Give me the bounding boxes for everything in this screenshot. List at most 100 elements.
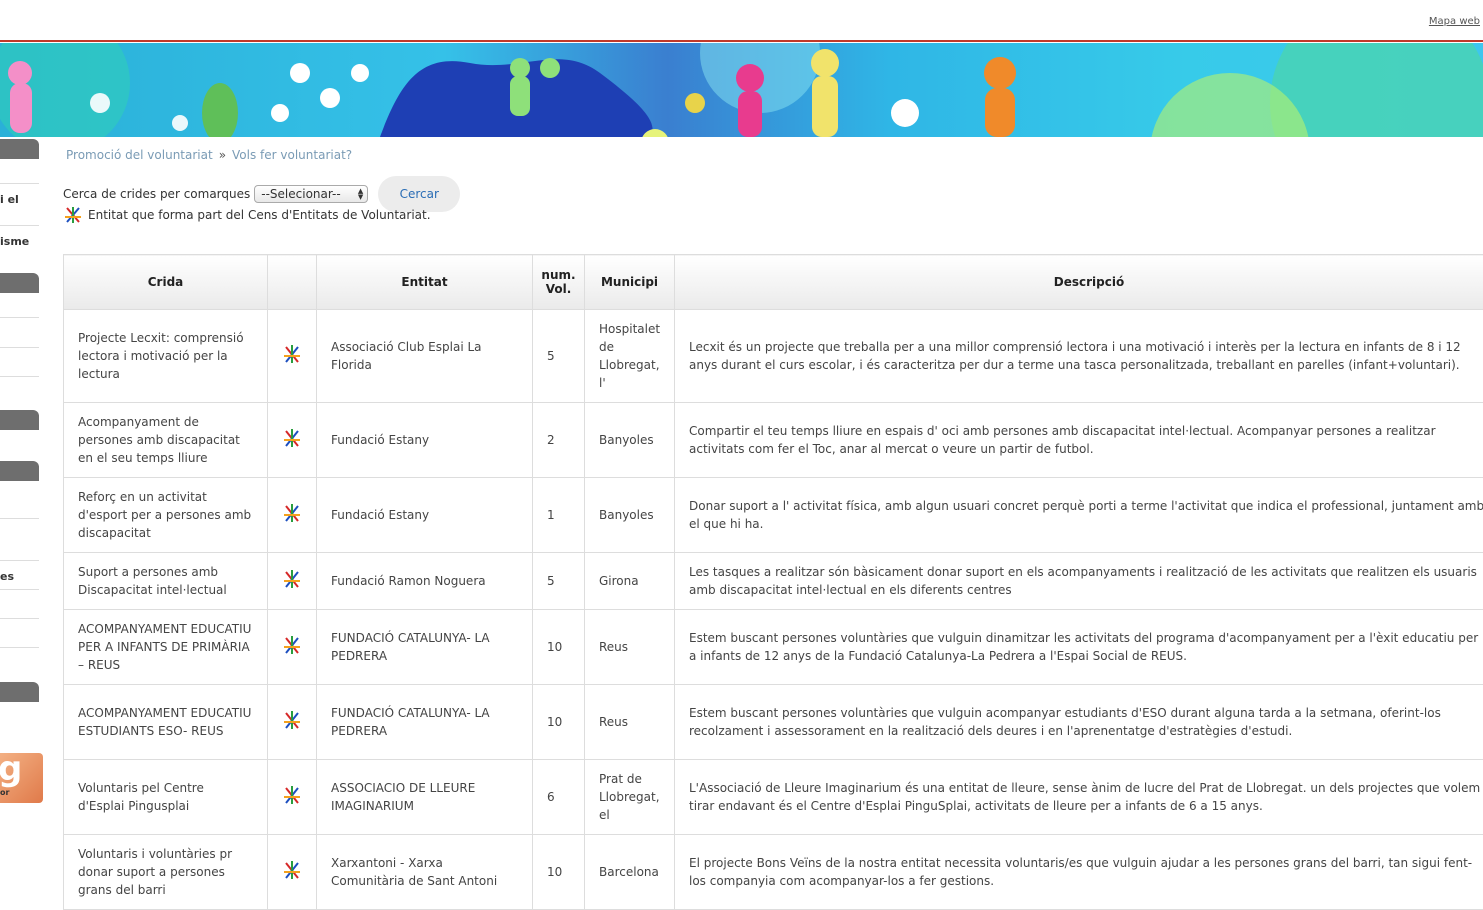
col-icon <box>268 255 317 310</box>
sitemap-link[interactable]: Mapa web <box>1429 16 1480 27</box>
badge-letter: g <box>0 753 22 789</box>
table-row[interactable]: ACOMPANYAMENT EDUCATIU PER A INFANTS DE … <box>64 610 1483 685</box>
cell-num-vol: 5 <box>533 310 585 403</box>
table-row[interactable]: Acompanyament de persones amb discapacit… <box>64 403 1483 478</box>
cell-icon <box>268 835 317 910</box>
cell-num-vol: 1 <box>533 478 585 553</box>
sidebar-divider <box>0 647 39 648</box>
sidebar-divider <box>0 589 39 590</box>
sidebar: i el isme es g or <box>0 137 40 890</box>
breadcrumb-item-promocio[interactable]: Promoció del voluntariat <box>66 148 213 162</box>
cens-entitats-icon <box>283 437 301 451</box>
cell-crida[interactable]: Projecte Lecxit: comprensió lectora i mo… <box>64 310 268 403</box>
cell-descripcio: Donar suport a l' activitat física, amb … <box>675 478 1483 553</box>
sidebar-divider <box>0 347 39 348</box>
table-row[interactable]: Projecte Lecxit: comprensió lectora i mo… <box>64 310 1483 403</box>
cens-entitats-icon <box>283 719 301 733</box>
table-row[interactable]: ACOMPANYAMENT EDUCATIU ESTUDIANTS ESO- R… <box>64 685 1483 760</box>
crides-table: Crida Entitat num. Vol. Municipi Descrip… <box>63 254 1483 910</box>
cell-crida[interactable]: Voluntaris pel Centre d'Esplai Pinguspla… <box>64 760 268 835</box>
cell-crida[interactable]: Suport a persones amb Discapacitat intel… <box>64 553 268 610</box>
cell-num-vol: 10 <box>533 685 585 760</box>
sidebar-tab[interactable] <box>0 410 39 430</box>
cell-num-vol: 5 <box>533 553 585 610</box>
sidebar-tab[interactable] <box>0 682 39 702</box>
cens-entitats-icon <box>283 578 301 592</box>
cell-crida[interactable]: Reforç en un activitat d'esport per a pe… <box>64 478 268 553</box>
cell-municipi: Banyoles <box>585 478 675 553</box>
comarca-select[interactable]: --Selecionar-- ▲▼ <box>254 185 368 203</box>
cell-descripcio: Les tasques a realitzar són bàsicament d… <box>675 553 1483 610</box>
sidebar-promo-badge[interactable]: g or <box>0 753 43 803</box>
table-row[interactable]: Voluntaris i voluntàries pr donar suport… <box>64 835 1483 910</box>
cell-descripcio: Compartir el teu temps lliure en espais … <box>675 403 1483 478</box>
cell-num-vol: 10 <box>533 610 585 685</box>
table-row[interactable]: Voluntaris pel Centre d'Esplai Pinguspla… <box>64 760 1483 835</box>
sidebar-divider <box>0 317 39 318</box>
sidebar-item-label[interactable]: isme <box>0 235 29 248</box>
cens-entitats-icon <box>283 869 301 883</box>
banner-illustration <box>0 43 1483 137</box>
cell-descripcio: Estem buscant persones voluntàries que v… <box>675 610 1483 685</box>
col-entitat[interactable]: Entitat <box>317 255 533 310</box>
cell-descripcio: El projecte Bons Veïns de la nostra enti… <box>675 835 1483 910</box>
cell-entitat: FUNDACIÓ CATALUNYA- LA PEDRERA <box>317 685 533 760</box>
breadcrumb-separator: » <box>219 148 226 162</box>
sidebar-divider <box>0 618 39 619</box>
cell-icon <box>268 403 317 478</box>
cell-municipi: Barcelona <box>585 835 675 910</box>
cell-descripcio: Lecxit és un projecte que treballa per a… <box>675 310 1483 403</box>
cell-icon <box>268 310 317 403</box>
top-bar: Mapa web <box>0 0 1483 42</box>
cell-municipi: Girona <box>585 553 675 610</box>
cell-entitat: FUNDACIÓ CATALUNYA- LA PEDRERA <box>317 610 533 685</box>
cell-entitat: Associació Club Esplai La Florida <box>317 310 533 403</box>
cell-icon <box>268 610 317 685</box>
cens-entitats-icon <box>283 794 301 808</box>
sidebar-tab[interactable] <box>0 461 39 481</box>
sidebar-tab[interactable] <box>0 273 39 293</box>
table-row[interactable]: Suport a persones amb Discapacitat intel… <box>64 553 1483 610</box>
cens-entitats-icon <box>64 206 82 224</box>
breadcrumb-item-vols[interactable]: Vols fer voluntariat? <box>232 148 352 162</box>
col-num-vol[interactable]: num. Vol. <box>533 255 585 310</box>
sidebar-divider <box>0 225 39 226</box>
sidebar-divider <box>0 183 39 184</box>
sidebar-divider <box>0 518 39 519</box>
cens-entitats-icon <box>283 353 301 367</box>
col-descripcio[interactable]: Descripció <box>675 255 1483 310</box>
select-arrows-icon: ▲▼ <box>358 188 363 200</box>
cell-icon <box>268 685 317 760</box>
sidebar-divider <box>0 376 39 377</box>
cell-num-vol: 2 <box>533 403 585 478</box>
cell-crida[interactable]: Voluntaris i voluntàries pr donar suport… <box>64 835 268 910</box>
cell-municipi: Reus <box>585 610 675 685</box>
cell-icon <box>268 760 317 835</box>
table-row[interactable]: Reforç en un activitat d'esport per a pe… <box>64 478 1483 553</box>
cell-municipi: Hospitalet de Llobregat, l' <box>585 310 675 403</box>
sidebar-tab[interactable] <box>0 139 39 159</box>
cens-entitats-icon <box>283 644 301 658</box>
cell-crida[interactable]: ACOMPANYAMENT EDUCATIU PER A INFANTS DE … <box>64 610 268 685</box>
header-banner <box>0 43 1483 137</box>
cell-municipi: Banyoles <box>585 403 675 478</box>
legend: Entitat que forma part del Cens d'Entita… <box>64 206 431 224</box>
search-label: Cerca de crides per comarques <box>63 187 250 201</box>
cell-entitat: Xarxantoni - Xarxa Comunitària de Sant A… <box>317 835 533 910</box>
col-crida[interactable]: Crida <box>64 255 268 310</box>
cell-descripcio: Estem buscant persones voluntàries que v… <box>675 685 1483 760</box>
legend-text: Entitat que forma part del Cens d'Entita… <box>88 208 431 222</box>
select-value: --Selecionar-- <box>261 187 340 201</box>
cell-crida[interactable]: Acompanyament de persones amb discapacit… <box>64 403 268 478</box>
cell-entitat: Fundació Ramon Noguera <box>317 553 533 610</box>
cell-entitat: ASSOCIACIO DE LLEURE IMAGINARIUM <box>317 760 533 835</box>
cell-num-vol: 10 <box>533 835 585 910</box>
sidebar-divider <box>0 560 39 561</box>
col-municipi[interactable]: Municipi <box>585 255 675 310</box>
sidebar-item-label[interactable]: es <box>0 570 14 583</box>
cell-descripcio: L'Associació de Lleure Imaginarium és un… <box>675 760 1483 835</box>
cell-icon <box>268 553 317 610</box>
cell-crida[interactable]: ACOMPANYAMENT EDUCATIU ESTUDIANTS ESO- R… <box>64 685 268 760</box>
sidebar-item-label[interactable]: i el <box>0 193 19 206</box>
table-header-row: Crida Entitat num. Vol. Municipi Descrip… <box>64 255 1483 310</box>
